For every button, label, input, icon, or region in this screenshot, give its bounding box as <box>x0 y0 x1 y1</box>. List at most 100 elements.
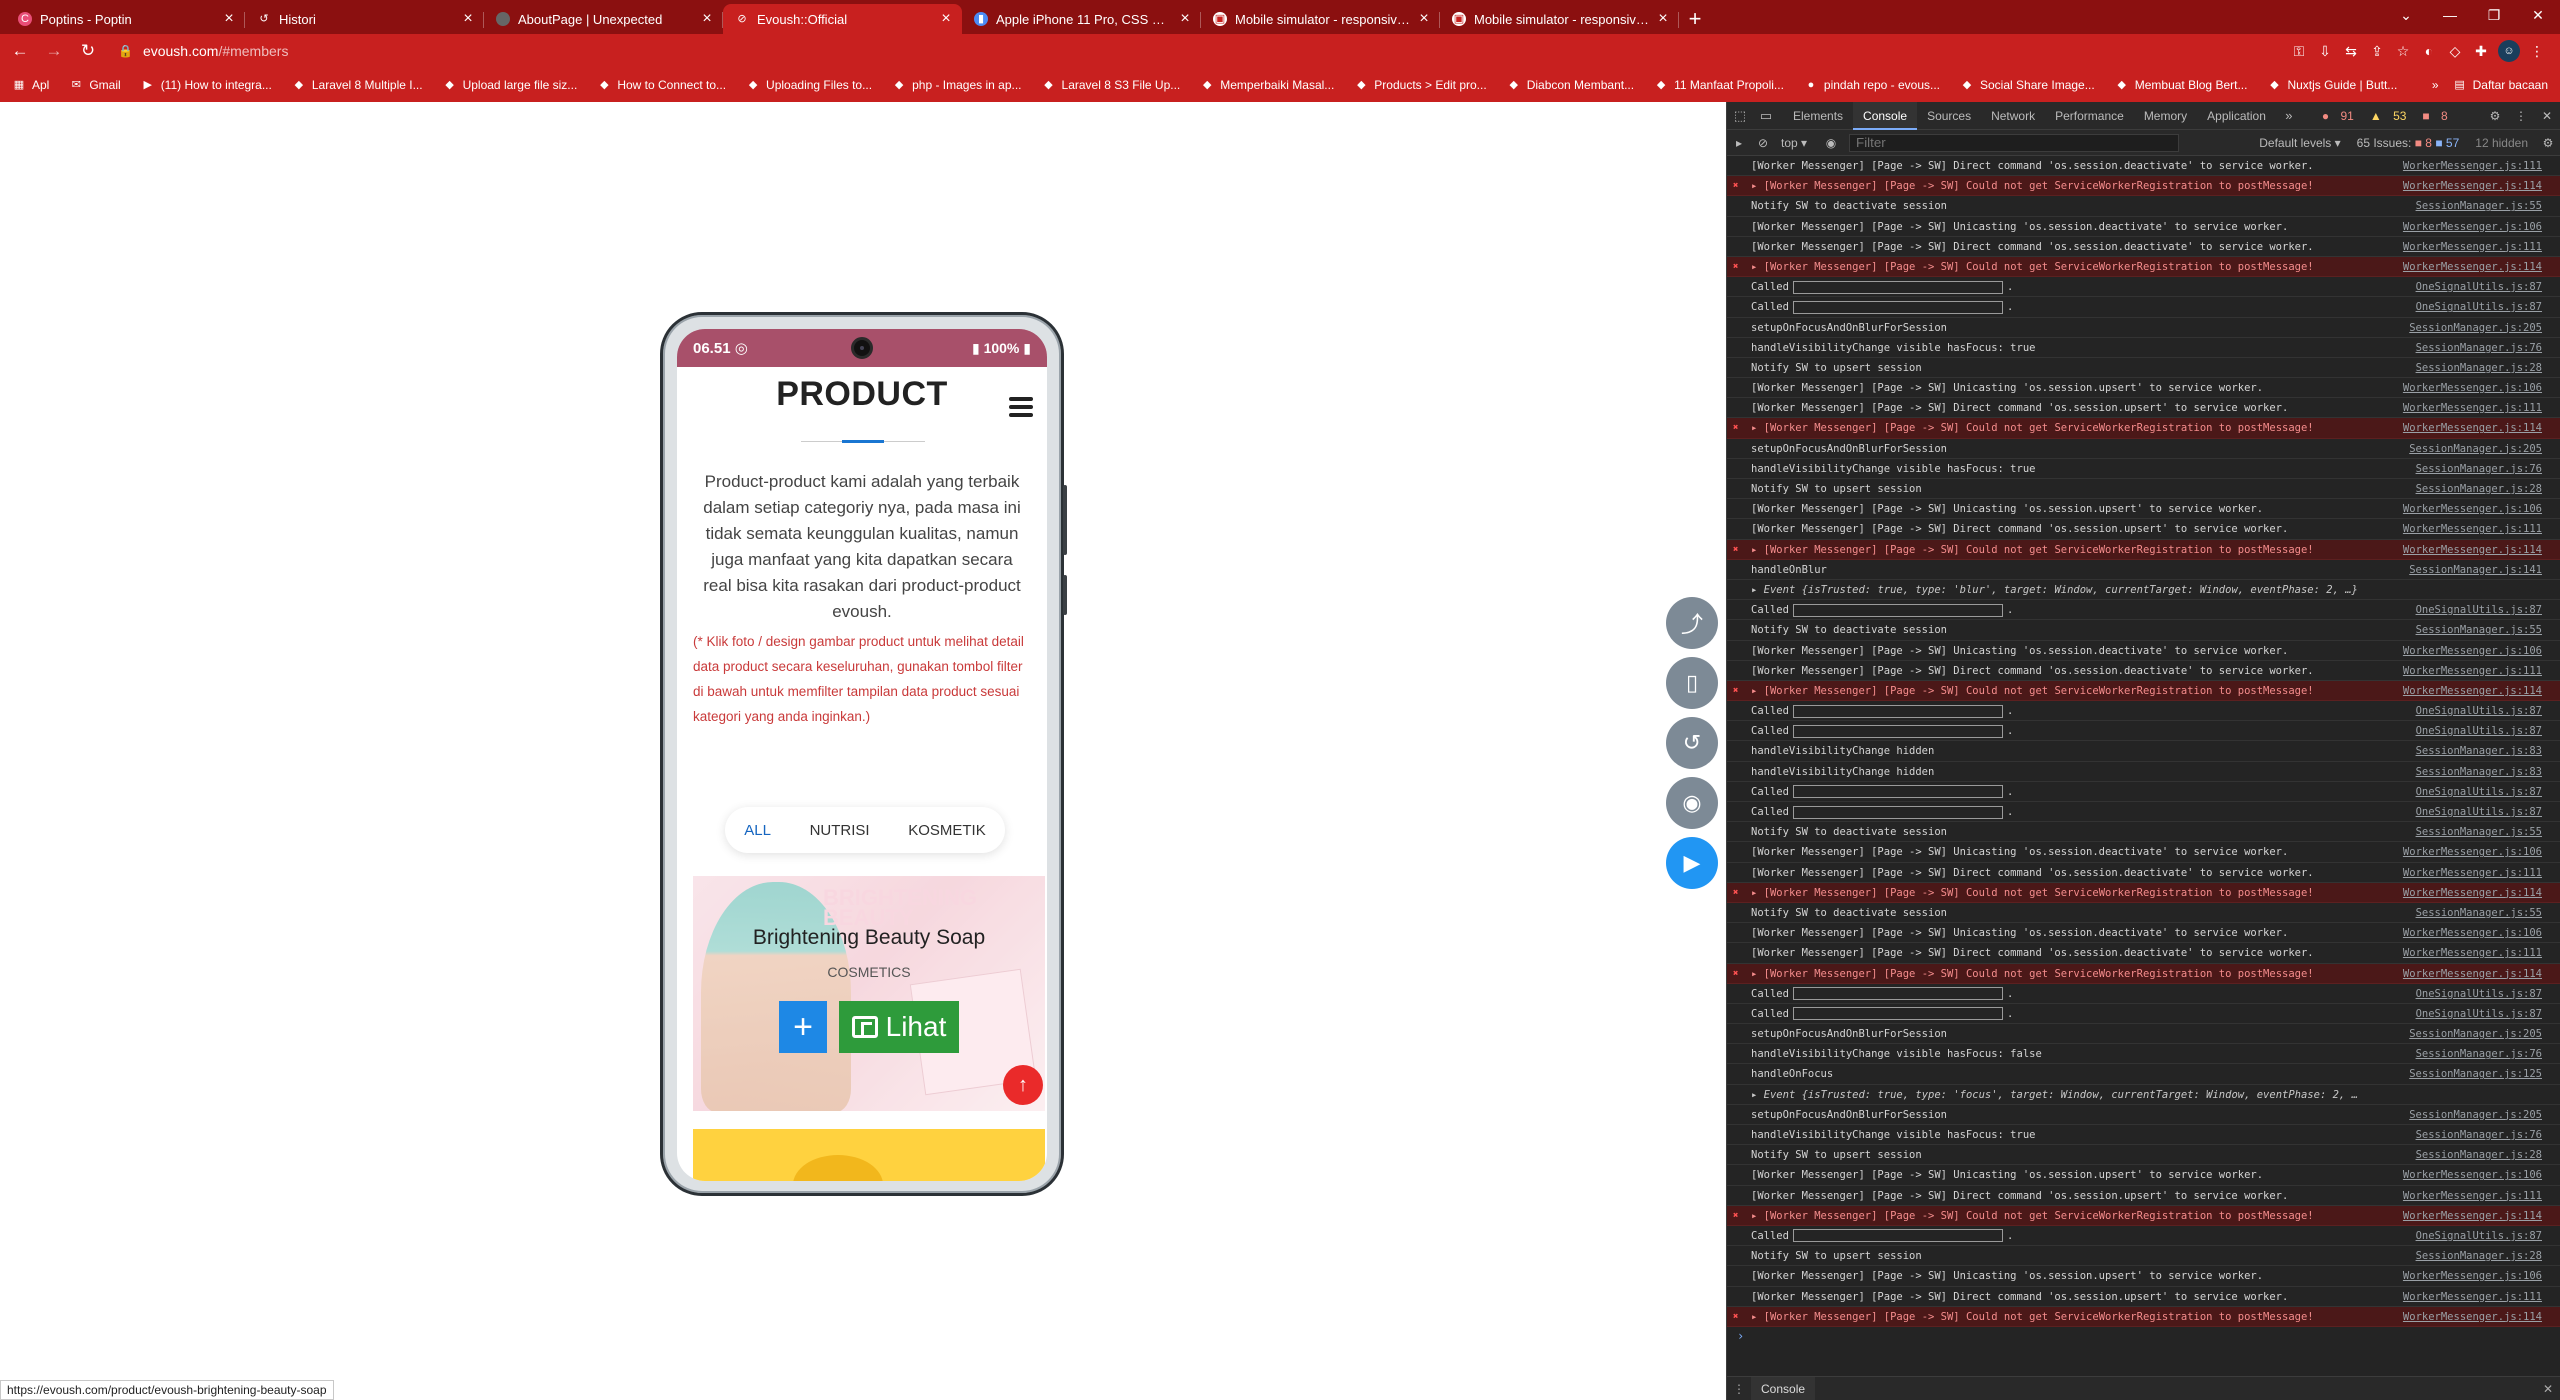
object-preview-box[interactable] <box>1792 280 2003 294</box>
source-link[interactable]: SessionManager.js:28 <box>2416 358 2542 377</box>
address-bar[interactable]: 🔒 evoush.com/#members <box>112 37 2276 65</box>
console-message[interactable]: handleOnBlur SessionManager.js:141 <box>1727 560 2560 580</box>
source-link[interactable]: SessionManager.js:205 <box>2409 318 2542 337</box>
object-preview-box[interactable] <box>1792 724 2003 738</box>
restore-button[interactable]: ❐ <box>2472 7 2516 24</box>
object-preview-box[interactable] <box>1792 805 2003 819</box>
console-message[interactable]: handleVisibilityChange hidden SessionMana… <box>1727 762 2560 782</box>
bookmark-item[interactable]: ◆ Nuxtjs Guide | Butt... <box>2267 78 2397 92</box>
minimize-button[interactable]: — <box>2428 7 2472 23</box>
source-link[interactable]: WorkerMessenger.js:114 <box>2403 964 2542 983</box>
object-preview-box[interactable] <box>1792 300 2003 314</box>
bookmarks-overflow-icon[interactable]: » <box>2432 78 2439 92</box>
source-link[interactable]: SessionManager.js:76 <box>2416 338 2542 357</box>
tab-6[interactable]: ▣ Mobile simulator - responsive te × <box>1440 4 1679 34</box>
source-link[interactable]: WorkerMessenger.js:111 <box>2403 237 2542 256</box>
devtools-menu-icon[interactable]: ⋮ <box>2508 109 2534 123</box>
source-link[interactable]: SessionManager.js:83 <box>2416 762 2542 781</box>
bookmark-item[interactable]: ▦ Apl <box>12 78 50 92</box>
translate-icon[interactable]: ⇆ <box>2338 43 2364 60</box>
extension-icon[interactable]: ◇ <box>2442 43 2468 60</box>
console-message[interactable]: Called. OneSignalUtils.js:87 <box>1727 802 2560 823</box>
tab-0[interactable]: C Poptins - Poptin × <box>6 4 245 34</box>
console-message[interactable]: [Worker Messenger] [Page -> SW] Could no… <box>1727 963 2560 984</box>
tab-2[interactable]: AboutPage | Unexpected × <box>484 4 723 34</box>
console-message[interactable]: Called. OneSignalUtils.js:87 <box>1727 1004 2560 1025</box>
source-link[interactable]: WorkerMessenger.js:106 <box>2403 1266 2542 1285</box>
share-fab[interactable]: ⤴ <box>1666 597 1718 649</box>
reading-list[interactable]: ▤ Daftar bacaan <box>2453 78 2548 92</box>
console-message[interactable]: Called. OneSignalUtils.js:87 <box>1727 984 2560 1004</box>
source-link[interactable]: WorkerMessenger.js:111 <box>2403 661 2542 680</box>
console-message[interactable]: [Worker Messenger] [Page -> SW] Direct c… <box>1727 661 2560 681</box>
sidebar-toggle-icon[interactable]: ▸ <box>1727 136 1751 150</box>
console-message[interactable]: [Worker Messenger] [Page -> SW] Could no… <box>1727 176 2560 197</box>
console-message[interactable]: Called. OneSignalUtils.js:87 <box>1727 1226 2560 1247</box>
record-fab[interactable]: ▶ <box>1666 837 1718 889</box>
lock-icon[interactable]: 🔒 <box>118 44 133 58</box>
object-preview-box[interactable] <box>1792 603 2003 617</box>
source-link[interactable]: SessionManager.js:83 <box>2416 741 2542 760</box>
console-message[interactable]: [Worker Messenger] [Page -> SW] Unicasti… <box>1727 378 2560 399</box>
console-message[interactable]: handleVisibilityChange visible hasFocus:… <box>1727 459 2560 479</box>
tab-1[interactable]: ↺ Histori × <box>245 4 484 34</box>
bookmark-item[interactable]: ◆ Diabcon Membant... <box>1507 78 1634 92</box>
console-message[interactable]: Event {isTrusted: true, type: 'focus', t… <box>1727 1085 2560 1105</box>
source-link[interactable]: OneSignalUtils.js:87 <box>2416 600 2542 619</box>
tab-search-icon[interactable]: ⌄ <box>2384 7 2428 24</box>
console-message[interactable]: handleVisibilityChange visible hasFocus:… <box>1727 1125 2560 1146</box>
console-message[interactable]: Notify SW to upsert session SessionManage… <box>1727 1246 2560 1267</box>
source-link[interactable]: SessionManager.js:125 <box>2409 1064 2542 1083</box>
console-message[interactable]: Called. OneSignalUtils.js:87 <box>1727 277 2560 298</box>
source-link[interactable]: SessionManager.js:28 <box>2416 479 2542 498</box>
scroll-to-top-button[interactable]: ↑ <box>1003 1065 1043 1105</box>
bookmark-star-icon[interactable]: ☆ <box>2390 43 2416 60</box>
filter-kosmetik[interactable]: KOSMETIK <box>908 822 986 839</box>
device-fab[interactable]: ▯ <box>1666 657 1718 709</box>
console-message[interactable]: [Worker Messenger] [Page -> SW] Direct c… <box>1727 943 2560 964</box>
screenshot-fab[interactable]: ◉ <box>1666 777 1718 829</box>
bookmark-item[interactable]: ◆ Social Share Image... <box>1960 78 2095 92</box>
source-link[interactable]: WorkerMessenger.js:114 <box>2403 418 2542 437</box>
source-link[interactable]: WorkerMessenger.js:114 <box>2403 257 2542 276</box>
source-link[interactable]: SessionManager.js:205 <box>2409 439 2542 458</box>
more-tabs-icon[interactable]: » <box>2276 108 2302 123</box>
source-link[interactable]: WorkerMessenger.js:114 <box>2403 883 2542 902</box>
console-message[interactable]: Notify SW to deactivate session SessionMa… <box>1727 620 2560 641</box>
reload-icon[interactable]: ↻ <box>74 41 102 61</box>
console-message[interactable]: Notify SW to upsert session SessionManage… <box>1727 479 2560 500</box>
object-preview-box[interactable] <box>1792 987 2003 1001</box>
log-levels-dropdown[interactable]: Default levels ▾ <box>2259 136 2340 150</box>
close-tab-icon[interactable]: × <box>1416 10 1432 28</box>
console-message[interactable]: [Worker Messenger] [Page -> SW] Unicasti… <box>1727 923 2560 944</box>
source-link[interactable]: OneSignalUtils.js:87 <box>2416 721 2542 740</box>
issues-button[interactable]: 65 Issues: ■ 8 ■ 57 <box>2357 136 2460 150</box>
live-expression-eye-icon[interactable]: ◉ <box>1819 136 1843 150</box>
new-tab-button[interactable]: + <box>1679 4 1711 34</box>
source-link[interactable]: SessionManager.js:141 <box>2409 560 2542 579</box>
console-message[interactable]: Called. OneSignalUtils.js:87 <box>1727 600 2560 621</box>
bookmark-item[interactable]: ● pindah repo - evous... <box>1804 78 1940 92</box>
source-link[interactable]: WorkerMessenger.js:114 <box>2403 1307 2542 1326</box>
devtools-tab-console[interactable]: Console <box>1853 101 1918 130</box>
devtools-tab-elements[interactable]: Elements <box>1783 102 1853 130</box>
filter-all[interactable]: ALL <box>744 822 771 839</box>
console-message[interactable]: Notify SW to deactivate session SessionMa… <box>1727 196 2560 217</box>
console-message[interactable]: Called. OneSignalUtils.js:87 <box>1727 782 2560 802</box>
bookmark-item[interactable]: ▶ (11) How to integra... <box>141 78 271 92</box>
source-link[interactable]: SessionManager.js:76 <box>2416 459 2542 478</box>
console-message[interactable]: [Worker Messenger] [Page -> SW] Direct c… <box>1727 863 2560 883</box>
console-message[interactable]: [Worker Messenger] [Page -> SW] Could no… <box>1727 1306 2560 1327</box>
extension-icon[interactable]: ◐ <box>2416 43 2442 59</box>
forward-icon[interactable]: → <box>40 41 68 61</box>
source-link[interactable]: OneSignalUtils.js:87 <box>2416 802 2542 821</box>
tab-4[interactable]: ▮ Apple iPhone 11 Pro, CSS viewport × <box>962 4 1201 34</box>
console-message[interactable]: [Worker Messenger] [Page -> SW] Direct c… <box>1727 1287 2560 1307</box>
console-message[interactable]: handleVisibilityChange visible hasFocus:… <box>1727 338 2560 358</box>
console-message[interactable]: Notify SW to upsert session SessionManage… <box>1727 1145 2560 1166</box>
devtools-tab-application[interactable]: Application <box>2197 102 2276 130</box>
source-link[interactable]: WorkerMessenger.js:106 <box>2403 499 2542 518</box>
console-message[interactable]: [Worker Messenger] [Page -> SW] Unicasti… <box>1727 842 2560 863</box>
console-message[interactable]: Called. OneSignalUtils.js:87 <box>1727 701 2560 722</box>
console-message[interactable]: [Worker Messenger] [Page -> SW] Direct c… <box>1727 156 2560 177</box>
